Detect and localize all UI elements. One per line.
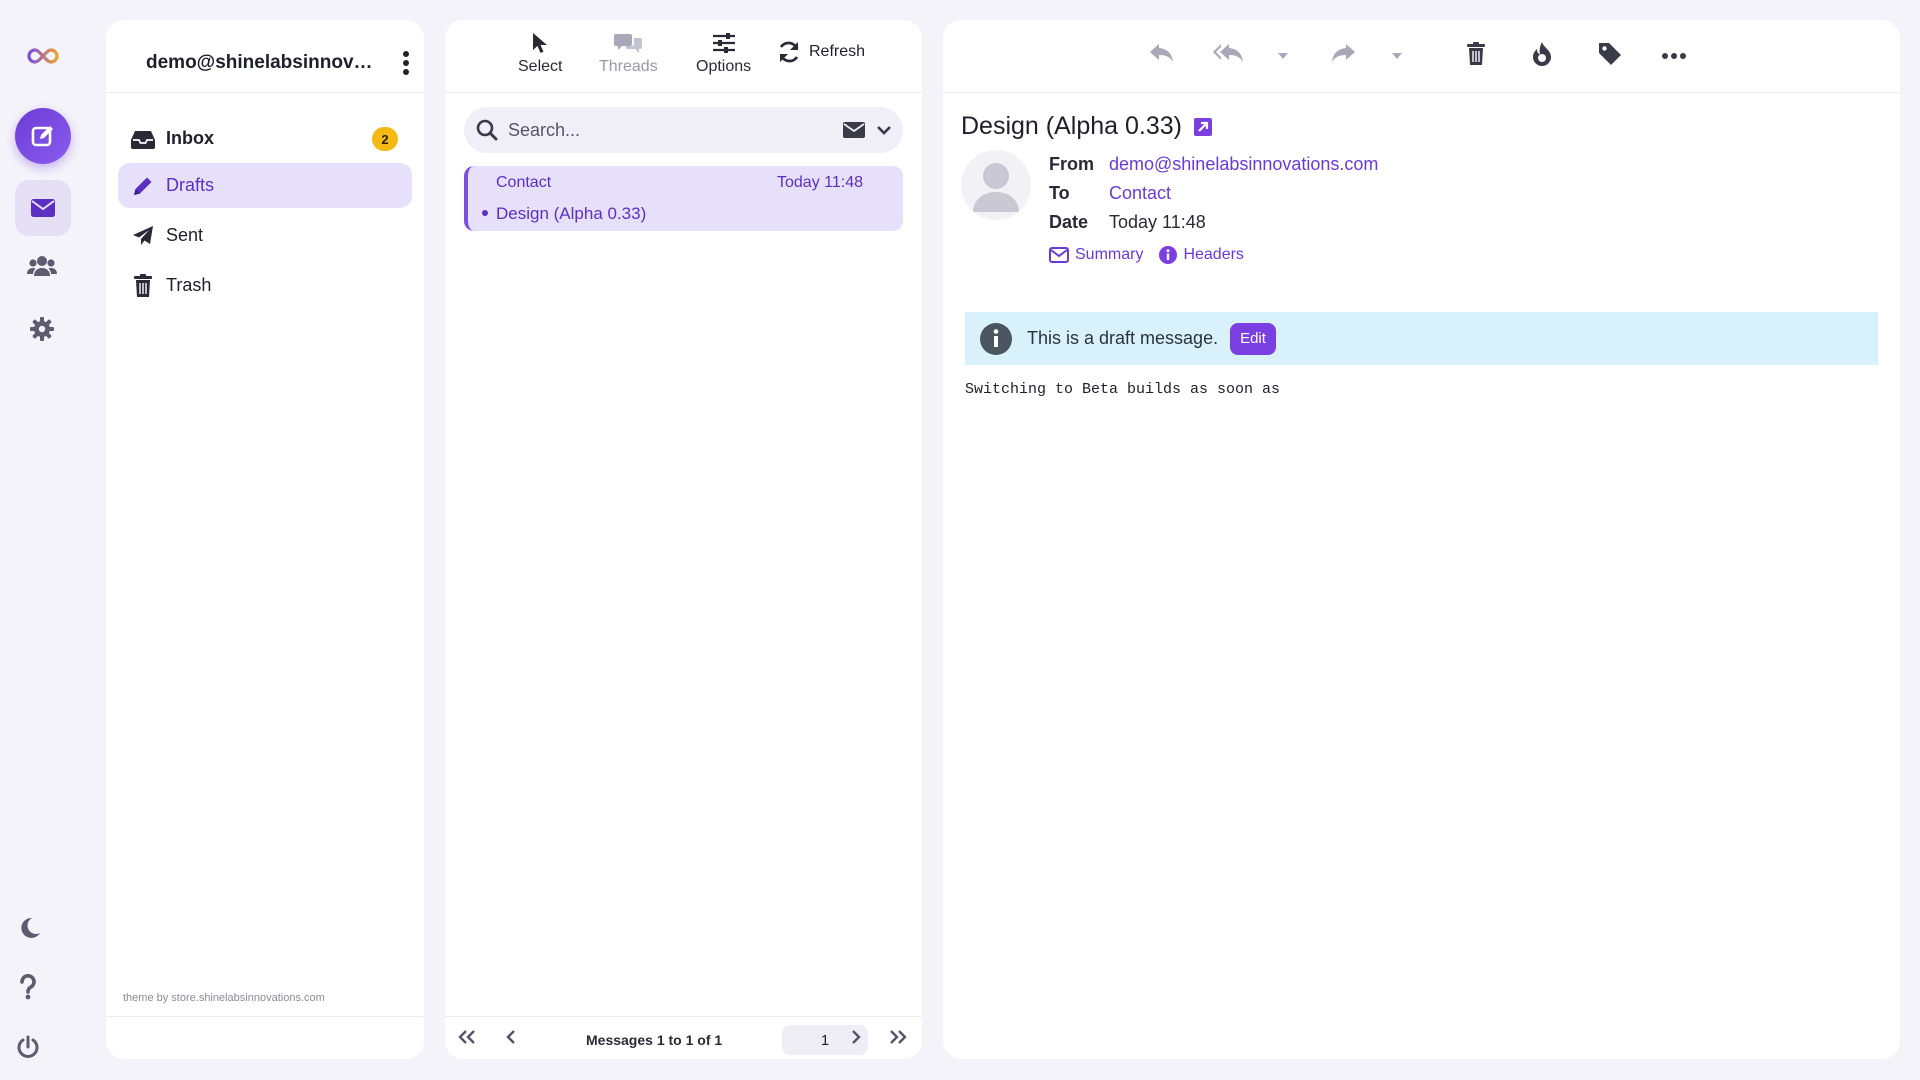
date-value: Today 11:48	[1109, 212, 1206, 232]
folder-drafts[interactable]: Drafts	[118, 163, 412, 208]
open-external-icon[interactable]	[1193, 117, 1212, 136]
message-body: Switching to Beta builds as soon as	[965, 381, 1281, 398]
mail-icon	[31, 199, 55, 217]
meta-links: Summary Headers	[1049, 246, 1244, 264]
header-to: To Contact	[1049, 183, 1171, 204]
pencil-icon	[130, 173, 156, 199]
more-icon[interactable]	[1662, 52, 1686, 60]
page-info: Messages 1 to 1 of 1	[586, 1032, 723, 1048]
threads-button[interactable]: Threads	[599, 32, 658, 76]
compose-icon	[30, 123, 56, 149]
trash-icon	[130, 273, 156, 299]
infinity-logo-icon[interactable]	[26, 46, 60, 66]
folder-label: Trash	[166, 275, 212, 295]
draft-notice-text: This is a draft message.	[1027, 328, 1219, 348]
divider	[445, 92, 922, 93]
unread-badge: 2	[372, 127, 398, 151]
delete-icon[interactable]	[1466, 42, 1486, 66]
from-address[interactable]: demo@shinelabsinnovations.com	[1109, 154, 1378, 175]
subject-text: Design (Alpha 0.33)	[961, 112, 1182, 140]
info-circle-icon	[1159, 246, 1178, 264]
prev-page-icon[interactable]	[505, 1029, 517, 1045]
tag-icon[interactable]	[1598, 42, 1622, 66]
envelope-outline-icon	[1049, 247, 1069, 263]
reply-all-icon[interactable]	[1213, 42, 1245, 64]
from-label: From	[1049, 154, 1094, 174]
options-button[interactable]: Options	[696, 32, 751, 76]
account-menu-icon[interactable]	[396, 51, 416, 75]
burn-icon[interactable]	[1532, 42, 1552, 66]
folders-panel: demo@shinelabsinnovations.com Inbox 2 Dr…	[106, 20, 424, 1059]
inbox-icon	[130, 126, 156, 152]
folder-label: Inbox	[166, 128, 214, 148]
message-title: Design (Alpha 0.33)	[961, 112, 1212, 141]
pagination: Messages 1 to 1 of 1 1	[445, 1023, 922, 1057]
message-time: Today 11:48	[777, 174, 863, 191]
header-from: From demo@shinelabsinnovations.com	[1049, 154, 1378, 175]
summary-link[interactable]: Summary	[1049, 246, 1143, 264]
headers-link[interactable]: Headers	[1159, 246, 1244, 264]
info-icon	[979, 322, 1013, 356]
compose-button[interactable]	[15, 108, 71, 164]
search-bar	[464, 107, 903, 153]
message-list-panel: Select Threads Options Refresh Contact	[445, 20, 922, 1059]
forward-dropdown-chevron-icon[interactable]	[1391, 52, 1403, 60]
sliders-icon	[712, 32, 736, 54]
folder-label: Sent	[166, 225, 204, 245]
folder-trash[interactable]: Trash	[118, 263, 412, 308]
app-rail	[0, 0, 86, 1080]
list-item[interactable]: Contact Today 11:48 Design (Alpha 0.33)	[464, 166, 903, 231]
message-subject: Design (Alpha 0.33)	[496, 204, 647, 223]
cursor-icon	[532, 32, 548, 54]
select-button[interactable]: Select	[518, 32, 562, 76]
mail-nav-button[interactable]	[15, 180, 71, 236]
message-sender: Contact	[496, 174, 552, 191]
select-label: Select	[518, 58, 563, 75]
to-address[interactable]: Contact	[1109, 183, 1171, 204]
refresh-icon	[777, 40, 801, 64]
date-label: Date	[1049, 212, 1089, 232]
folder-label: Drafts	[166, 175, 215, 195]
first-page-icon[interactable]	[457, 1029, 477, 1045]
edit-draft-button[interactable]: Edit	[1230, 322, 1276, 355]
reply-dropdown-chevron-icon[interactable]	[1277, 52, 1289, 60]
next-page-icon[interactable]	[850, 1029, 862, 1045]
last-page-icon[interactable]	[888, 1029, 908, 1045]
avatar	[961, 150, 1031, 220]
header-date: Date Today 11:48	[1049, 212, 1206, 233]
account-email: demo@shinelabsinnovations.com	[146, 52, 378, 73]
unread-dot-icon	[482, 210, 488, 216]
folder-sent[interactable]: Sent	[118, 213, 412, 258]
chevron-down-icon[interactable]	[877, 125, 891, 135]
divider	[106, 92, 424, 93]
moon-icon[interactable]	[17, 916, 41, 940]
forward-icon[interactable]	[1330, 42, 1356, 64]
reply-icon[interactable]	[1149, 42, 1175, 64]
options-label: Options	[696, 58, 752, 75]
summary-label: Summary	[1075, 246, 1144, 263]
comments-icon	[614, 32, 643, 54]
refresh-label: Refresh	[809, 43, 866, 60]
refresh-button[interactable]: Refresh	[777, 40, 865, 64]
message-reader-panel: Design (Alpha 0.33) From demo@shinelabsi…	[943, 20, 1900, 1059]
account-header: demo@shinelabsinnovations.com	[146, 46, 416, 80]
paper-plane-icon	[130, 223, 156, 249]
folder-inbox[interactable]: Inbox 2	[118, 116, 412, 161]
divider	[943, 92, 1900, 93]
search-input[interactable]	[508, 119, 843, 141]
divider	[445, 1016, 922, 1017]
threads-label: Threads	[599, 58, 658, 75]
to-label: To	[1049, 183, 1070, 203]
theme-credit[interactable]: theme by store.shinelabsinnovations.com	[123, 992, 325, 1004]
headers-label: Headers	[1183, 246, 1244, 263]
settings-icon[interactable]	[29, 316, 55, 342]
power-icon[interactable]	[16, 1035, 40, 1059]
search-icon	[476, 119, 498, 141]
envelope-filter-icon[interactable]	[843, 122, 865, 138]
draft-notice-bar: This is a draft message. Edit	[965, 312, 1878, 365]
divider	[106, 1016, 424, 1017]
contacts-icon[interactable]	[27, 255, 57, 277]
help-icon[interactable]	[19, 974, 37, 1000]
